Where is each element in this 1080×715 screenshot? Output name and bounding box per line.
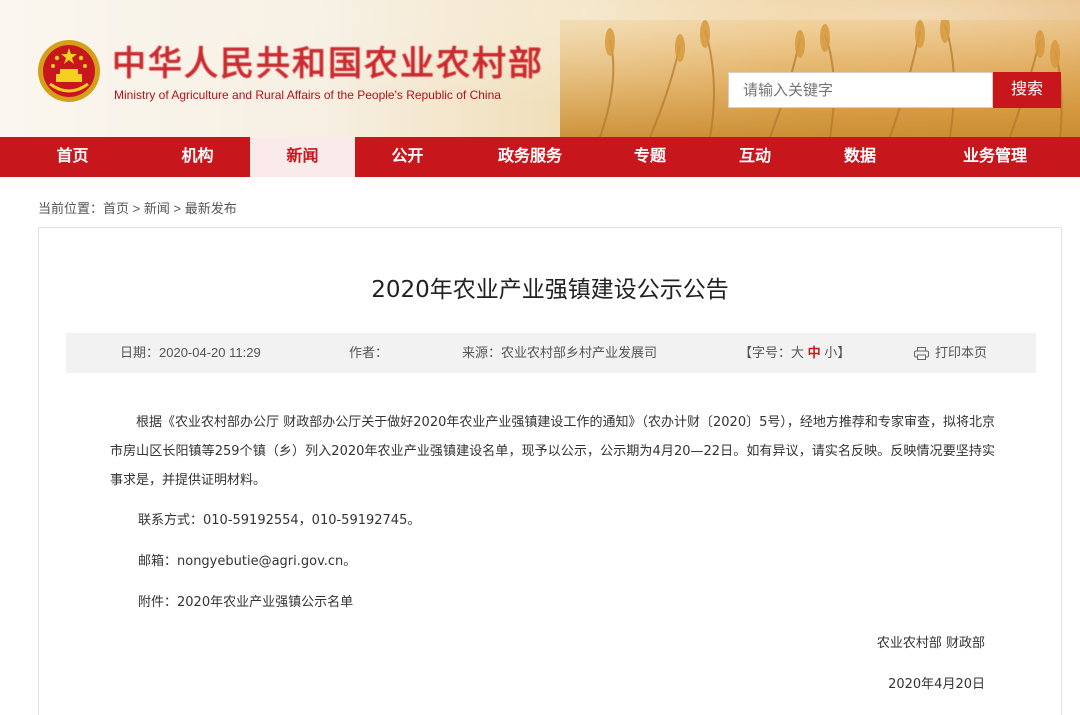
- signature: 农业农村部 财政部: [876, 636, 985, 651]
- nav-item-topics[interactable]: 专题: [600, 137, 700, 177]
- site-logo-english: Ministry of Agriculture and Rural Affair…: [114, 88, 501, 102]
- article-title: 2020年农业产业强镇建设公示公告: [371, 277, 729, 303]
- email-info: 邮箱：nongyebutie@agri.gov.cn。: [138, 554, 357, 569]
- article-body: 根据《农业农村部办公厅 财政部办公厅关于做好2020年农业产业强镇建设工作的通知…: [110, 408, 995, 495]
- national-emblem-icon: [38, 40, 100, 102]
- nav-item-news[interactable]: 新闻: [250, 137, 355, 177]
- nav-item-institutions[interactable]: 机构: [145, 137, 250, 177]
- search-input[interactable]: [728, 72, 993, 108]
- print-label: 打印本页: [935, 345, 988, 360]
- nav-item-home[interactable]: 首页: [0, 137, 145, 177]
- article-author: 作者：: [349, 345, 389, 360]
- nav-item-interaction[interactable]: 互动: [700, 137, 810, 177]
- font-size-control: 【字号：大 中 小】: [739, 333, 850, 373]
- nav-item-data[interactable]: 数据: [810, 137, 910, 177]
- nav-item-business-management[interactable]: 业务管理: [910, 137, 1080, 177]
- breadcrumb: 当前位置：首页 > 新闻 > 最新发布: [38, 198, 237, 217]
- font-size-suffix: 】: [837, 345, 851, 360]
- nav-item-public[interactable]: 公开: [355, 137, 460, 177]
- font-size-small-button[interactable]: 小: [824, 345, 837, 360]
- breadcrumb-prefix: 当前位置：: [38, 201, 104, 216]
- nav-item-government-services[interactable]: 政务服务: [460, 137, 600, 177]
- site-header: 中华人民共和国农业农村部 Ministry of Agriculture and…: [0, 0, 1080, 137]
- breadcrumb-current-link[interactable]: 最新发布: [185, 201, 237, 216]
- breadcrumb-news-link[interactable]: 新闻: [144, 201, 170, 216]
- logo-chinese-text: 中华人民共和国农业农村部: [112, 44, 544, 84]
- search-button[interactable]: 搜索: [993, 72, 1061, 108]
- printer-icon: [914, 347, 929, 361]
- print-button[interactable]: 打印本页: [914, 333, 987, 373]
- breadcrumb-separator: >: [129, 201, 144, 216]
- article-source: 来源：农业农村部乡村产业发展司: [462, 345, 658, 360]
- attachment-link[interactable]: 附件：2020年农业产业强镇公示名单: [138, 591, 353, 610]
- font-size-large-button[interactable]: 大: [791, 345, 804, 360]
- site-logo-chinese[interactable]: 中华人民共和国农业农村部: [112, 44, 542, 84]
- article-date: 日期：2020-04-20 11:29: [120, 345, 261, 360]
- breadcrumb-separator: >: [169, 201, 185, 216]
- font-size-prefix: 【字号：: [739, 345, 792, 360]
- article-paragraph: 根据《农业农村部办公厅 财政部办公厅关于做好2020年农业产业强镇建设工作的通知…: [110, 415, 995, 488]
- breadcrumb-home-link[interactable]: 首页: [103, 201, 129, 216]
- sign-date: 2020年4月20日: [888, 677, 985, 692]
- article-meta-bar: 日期：2020-04-20 11:29 作者： 来源：农业农村部乡村产业发展司 …: [66, 333, 1036, 373]
- main-nav: 首页 机构 新闻 公开 政务服务 专题 互动 数据 业务管理: [0, 137, 1080, 177]
- font-size-medium-button[interactable]: 中: [808, 345, 821, 360]
- contact-info: 联系方式：010-59192554，010-59192745。: [138, 513, 421, 528]
